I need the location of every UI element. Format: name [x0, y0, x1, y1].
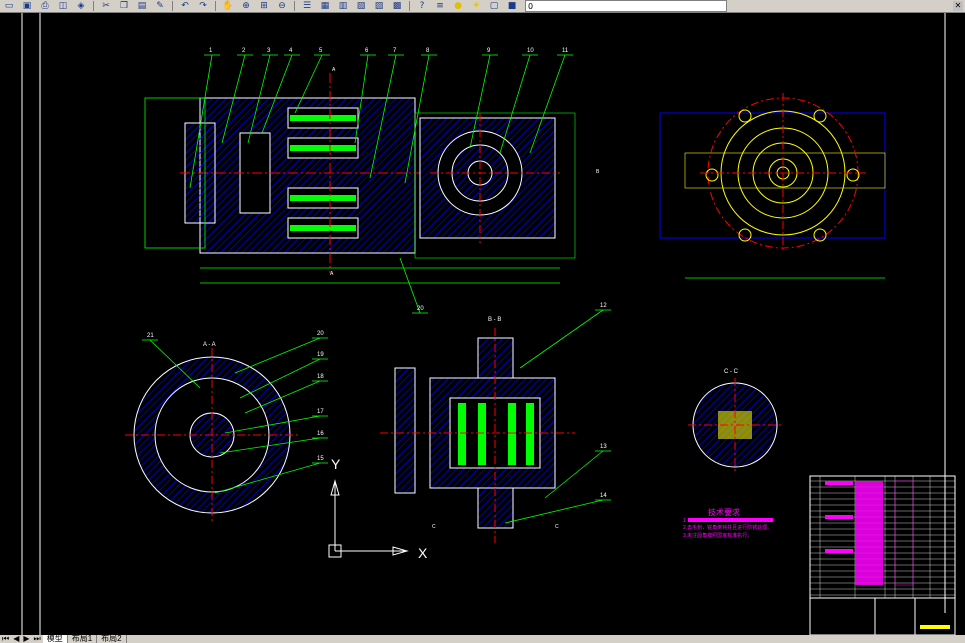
sun-icon[interactable]: ☀ — [469, 1, 483, 12]
callout-2: 2 — [242, 48, 246, 54]
callout-20-top-leader — [399, 257, 421, 314]
callout-14: 14 — [600, 493, 607, 499]
section-bb-view — [380, 328, 575, 543]
lock-icon[interactable]: ▢ — [487, 1, 501, 12]
layout-tabs: ⏮ ◀ ▶ ⏭ 模型 布局1 布局2 — [0, 635, 965, 643]
layer-dropdown[interactable]: 0 — [525, 0, 727, 12]
section-cc-view — [688, 378, 782, 473]
toolbar-separator — [215, 1, 216, 11]
designcenter-icon[interactable]: ▦ — [318, 1, 332, 12]
tech-line-3: 3.未注圆角按照国家标准执行。 — [683, 532, 752, 539]
marker-b: B — [596, 169, 600, 175]
section-aa-view — [125, 348, 300, 523]
tab-layout1[interactable]: 布局1 — [68, 635, 98, 643]
side-view — [419, 113, 560, 243]
callout-11: 11 — [562, 48, 569, 54]
paste-icon[interactable]: ▤ — [135, 1, 149, 12]
copy-icon[interactable]: ❐ — [117, 1, 131, 12]
toolbar-separator — [294, 1, 295, 11]
calc-icon[interactable]: ▩ — [390, 1, 404, 12]
drawing-frame — [21, 13, 946, 635]
zoom-previous-icon[interactable]: ⊖ — [275, 1, 289, 12]
cut-icon[interactable]: ✂ — [99, 1, 113, 12]
callout-aa-18: 18 — [317, 374, 324, 380]
section-bb-label: B - B — [488, 317, 501, 323]
tab-layout2[interactable]: 布局2 — [97, 635, 127, 643]
callout-aa-15: 15 — [317, 456, 324, 462]
callout-aa-16: 16 — [317, 431, 324, 437]
technical-requirements: 技术要求 1. 2.去毛刺，锐角倒钝并且进行防锈处理。 3.未注圆角按照国家标准… — [683, 507, 773, 539]
section-aa-label: A - A — [203, 342, 216, 348]
color-icon[interactable]: ■ — [505, 1, 519, 12]
callout-14-leader — [504, 499, 604, 524]
standard-toolbar: ▭ ▣ ⎙ ◫ ◈ ✂ ❐ ▤ ✎ ↶ ↷ ✋ ⊕ ⊞ ⊖ ☰ ▦ ▥ ▧ ▨ ▩? ≡ ● ☀ ▢ ■ 0 ✕ — [0, 0, 965, 13]
callout-7: 7 — [393, 48, 397, 54]
tab-model[interactable]: 模型 — [42, 635, 68, 643]
callout-10: 10 — [527, 48, 534, 54]
toolbar-separator — [172, 1, 173, 11]
callout-13: 13 — [600, 444, 607, 450]
tab-nav-next[interactable]: ▶ — [21, 635, 31, 643]
zoom-realtime-icon[interactable]: ⊕ — [239, 1, 253, 12]
print-icon[interactable]: ⎙ — [38, 1, 52, 12]
marker-a-top: A — [332, 67, 336, 73]
new-icon[interactable]: ▭ — [2, 1, 16, 12]
toolbar-separator — [93, 1, 94, 11]
title-block — [809, 475, 956, 636]
preview-icon[interactable]: ◫ — [56, 1, 70, 12]
callout-8: 8 — [426, 48, 430, 54]
tech-title: 技术要求 — [708, 507, 740, 517]
callout-5: 5 — [319, 48, 323, 54]
toolpalette-icon[interactable]: ▥ — [336, 1, 350, 12]
callout-aa-20-leader — [234, 337, 321, 374]
tech-line-1: 1. — [683, 518, 687, 524]
ucs-y-label: Y — [331, 456, 341, 472]
tab-nav-prev[interactable]: ◀ — [11, 635, 21, 643]
callout-4: 4 — [289, 48, 293, 54]
properties-icon[interactable]: ☰ — [300, 1, 314, 12]
callout-1: 1 — [209, 48, 213, 54]
callout-12-leader — [519, 309, 604, 369]
callout-aa-19: 19 — [317, 352, 324, 358]
callout-20-top: 20 — [417, 306, 424, 312]
sheetset-icon[interactable]: ▧ — [354, 1, 368, 12]
section-cc-label: C - C — [724, 369, 739, 375]
marker-c-left: C — [432, 524, 436, 530]
end-view — [659, 93, 886, 279]
tab-nav-first[interactable]: ⏮ — [0, 635, 11, 643]
ucs-x-label: X — [418, 545, 428, 561]
callout-6: 6 — [365, 48, 369, 54]
callout-aa-17: 17 — [317, 409, 324, 415]
callout-aa-21: 21 — [147, 333, 154, 339]
zoom-window-icon[interactable]: ⊞ — [257, 1, 271, 12]
callout-aa-20: 20 — [317, 331, 324, 337]
publish-icon[interactable]: ◈ — [74, 1, 88, 12]
callout-9: 9 — [487, 48, 491, 54]
redo-icon[interactable]: ↷ — [196, 1, 210, 12]
markup-icon[interactable]: ▨ — [372, 1, 386, 12]
tech-line-2: 2.去毛刺，锐角倒钝并且进行防锈处理。 — [683, 524, 772, 531]
pan-icon[interactable]: ✋ — [221, 1, 235, 12]
drawing-canvas[interactable]: 1 2 3 4 5 6 7 8 9 10 11 20 12 13 14 21 20 19 18 17 16 15 A - … — [0, 13, 965, 636]
matchprop-icon[interactable]: ✎ — [153, 1, 167, 12]
layer-icon[interactable]: ≡ — [433, 1, 447, 12]
callout-3: 3 — [267, 48, 271, 54]
layer-value: 0 — [528, 1, 534, 11]
help-icon[interactable]: ? — [415, 1, 429, 12]
tab-nav-last[interactable]: ⏭ — [32, 635, 43, 643]
bulb-icon[interactable]: ● — [451, 1, 465, 12]
undo-icon[interactable]: ↶ — [178, 1, 192, 12]
close-icon[interactable]: ✕ — [953, 1, 963, 11]
save-icon[interactable]: ▣ — [20, 1, 34, 12]
marker-c-right: C — [555, 524, 559, 530]
toolbar-separator — [409, 1, 410, 11]
marker-a-bottom: A — [330, 271, 334, 277]
callout-12: 12 — [600, 303, 607, 309]
